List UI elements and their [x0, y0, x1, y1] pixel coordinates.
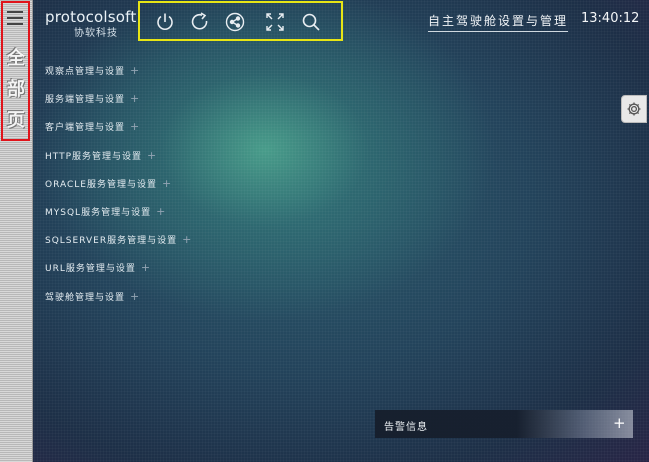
alert-panel: 告警信息 +: [375, 410, 633, 438]
refresh-icon[interactable]: [189, 11, 211, 33]
menu-item-label: 客户端管理与设置: [45, 123, 126, 134]
expand-plus-icon[interactable]: +: [162, 177, 172, 190]
menu-item-label: 驾驶舱管理与设置: [45, 292, 126, 303]
settings-button[interactable]: [621, 95, 647, 123]
settings-menu: 观察点管理与设置 + 服务端管理与设置 + 客户端管理与设置 + HTTP服务管理与设…: [45, 64, 192, 318]
menu-item-oracle[interactable]: ORACLE服务管理与设置 +: [45, 177, 192, 205]
logo-subtitle: 协软科技: [74, 28, 118, 39]
alert-panel-title: 告警信息: [384, 422, 428, 433]
menu-item-label: MYSQL服务管理与设置: [45, 207, 152, 218]
menu-item-label: SQLSERVER服务管理与设置: [45, 236, 178, 247]
logo: protocolsoft 协软科技: [45, 8, 136, 39]
menu-item-client[interactable]: 客户端管理与设置 +: [45, 120, 192, 148]
expand-plus-icon[interactable]: +: [182, 233, 192, 246]
expand-plus-icon[interactable]: +: [130, 120, 140, 133]
menu-item-mysql[interactable]: MYSQL服务管理与设置 +: [45, 205, 192, 233]
left-rail-highlight: [1, 1, 30, 141]
alert-expand-icon[interactable]: +: [613, 414, 626, 432]
fullscreen-icon[interactable]: [264, 11, 286, 33]
menu-item-label: URL服务管理与设置: [45, 264, 136, 275]
toolbar: [138, 1, 343, 41]
power-icon[interactable]: [154, 11, 176, 33]
expand-plus-icon[interactable]: +: [141, 261, 151, 274]
expand-plus-icon[interactable]: +: [130, 92, 140, 105]
menu-item-url[interactable]: URL服务管理与设置 +: [45, 261, 192, 289]
menu-item-label: HTTP服务管理与设置: [45, 151, 143, 162]
menu-item-server[interactable]: 服务端管理与设置 +: [45, 92, 192, 120]
expand-plus-icon[interactable]: +: [130, 290, 140, 303]
menu-item-cockpit[interactable]: 驾驶舱管理与设置 +: [45, 290, 192, 318]
menu-item-http[interactable]: HTTP服务管理与设置 +: [45, 149, 192, 177]
expand-plus-icon[interactable]: +: [156, 205, 166, 218]
gear-icon: [627, 102, 641, 116]
menu-item-label: 观察点管理与设置: [45, 67, 126, 77]
expand-plus-icon[interactable]: +: [147, 149, 157, 162]
menu-item-observation-point[interactable]: 观察点管理与设置 +: [45, 64, 192, 92]
menu-item-sqlserver[interactable]: SQLSERVER服务管理与设置 +: [45, 233, 192, 261]
page-title: 自主驾驶舱设置与管理: [428, 12, 569, 32]
clock: 13:40:12: [581, 11, 640, 26]
menu-item-label: 服务端管理与设置: [45, 95, 126, 106]
menu-item-label: ORACLE服务管理与设置: [45, 179, 157, 190]
search-icon[interactable]: [300, 11, 322, 33]
expand-plus-icon[interactable]: +: [130, 64, 140, 77]
share-icon[interactable]: [224, 11, 246, 33]
